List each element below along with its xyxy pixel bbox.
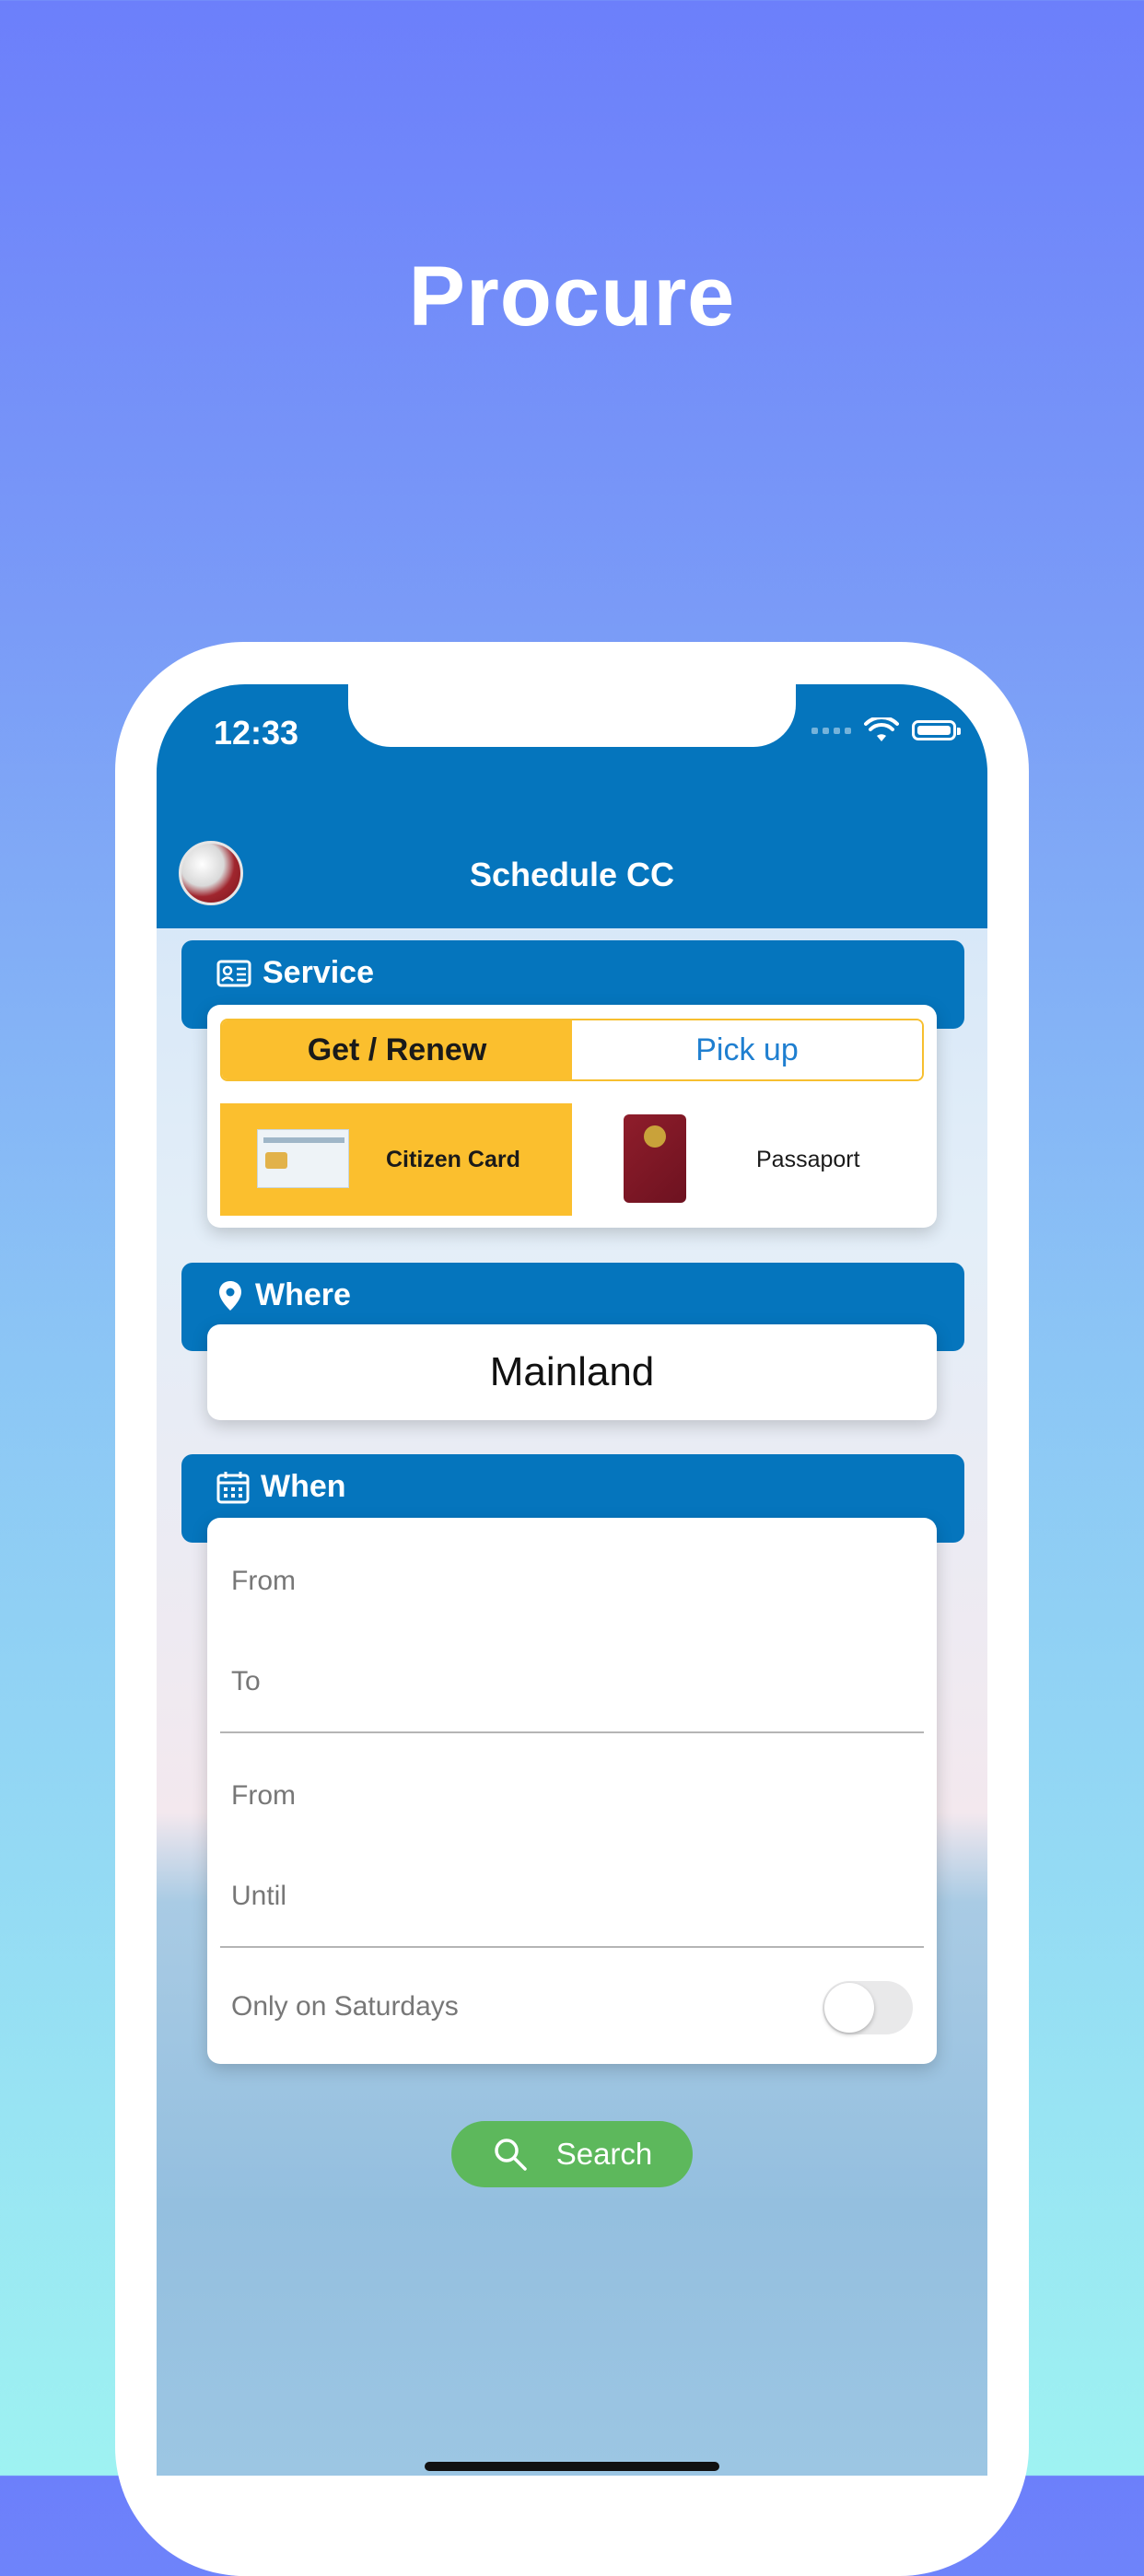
id-card-icon (216, 960, 251, 986)
status-time: 12:33 (214, 714, 299, 752)
wifi-icon (864, 717, 899, 741)
search-button-label: Search (555, 2137, 653, 2171)
date-to-field[interactable]: To (231, 1666, 261, 1697)
where-card[interactable]: Mainland (207, 1324, 937, 1420)
service-section-title: Service (263, 955, 374, 990)
page-title: Schedule CC (469, 856, 675, 893)
time-until-field[interactable]: Until (231, 1881, 286, 1912)
saturdays-toggle-label: Only on Saturdays (231, 1991, 459, 2022)
segment-get-renew[interactable]: Get / Renew (222, 1020, 572, 1079)
phone-notch (348, 684, 796, 747)
service-card: Get / Renew Pick up Citizen Card Passapo… (207, 1005, 937, 1228)
passport-label: Passaport (756, 1146, 860, 1172)
where-section-title: Where (255, 1277, 351, 1312)
signal-icon (811, 727, 851, 734)
time-from-field[interactable]: From (231, 1780, 296, 1812)
toggle-knob (824, 1983, 874, 2033)
citizen-card-label: Citizen Card (386, 1146, 520, 1172)
location-pin-icon (219, 1280, 241, 1311)
document-option-passport[interactable]: Passaport (572, 1103, 924, 1216)
search-icon (494, 2139, 527, 2171)
location-value[interactable]: Mainland (207, 1324, 937, 1420)
when-card: From To From Until Only on Saturdays (207, 1518, 937, 2064)
service-mode-segmented-control: Get / Renew Pick up (220, 1019, 924, 1081)
date-from-field[interactable]: From (231, 1566, 296, 1597)
search-button[interactable]: Search (451, 2121, 693, 2187)
saturdays-toggle[interactable] (823, 1981, 913, 2034)
home-indicator (425, 2462, 719, 2471)
divider (220, 1946, 924, 1948)
citizen-card-image (257, 1129, 349, 1188)
calendar-icon (216, 1471, 250, 1503)
segment-pick-up[interactable]: Pick up (572, 1020, 922, 1079)
document-type-selector: Citizen Card Passaport (220, 1103, 924, 1216)
marketing-headline: Procure (408, 250, 736, 344)
document-option-citizen-card[interactable]: Citizen Card (220, 1103, 572, 1216)
app-screen: 12:33 Schedule CC Service Get / Renew Pi… (157, 684, 987, 2476)
status-icons (811, 717, 961, 743)
divider (220, 1731, 924, 1733)
battery-icon (912, 720, 961, 740)
when-section-title: When (261, 1469, 346, 1504)
passport-image (624, 1114, 686, 1203)
